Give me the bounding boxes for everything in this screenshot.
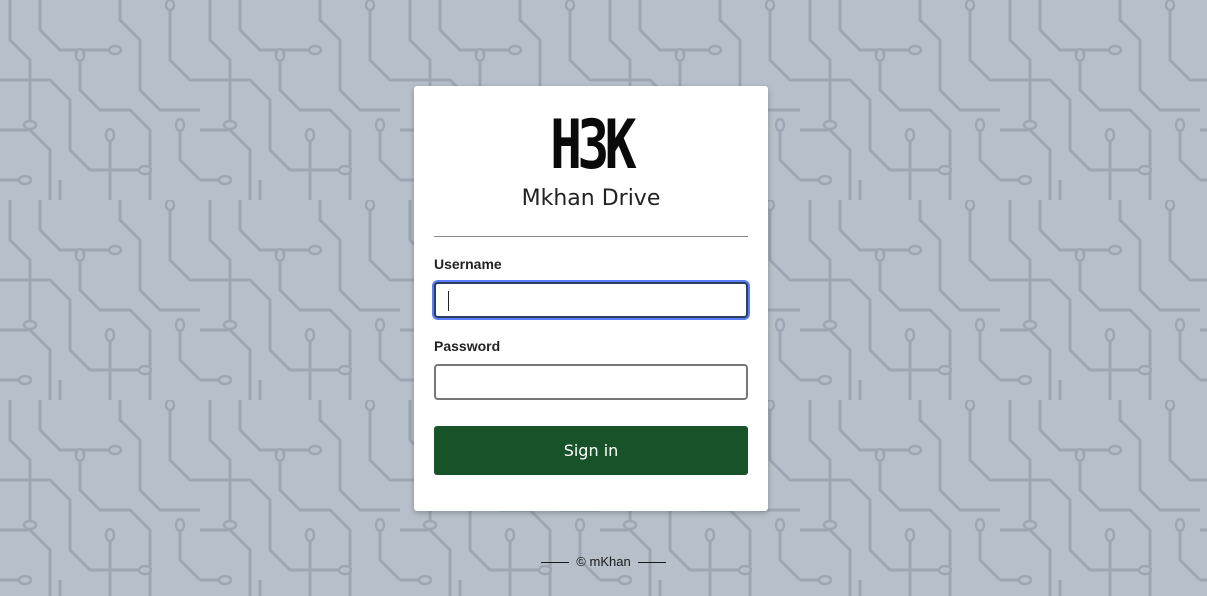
footer-rule-left [540, 562, 569, 564]
footer-rule-right [638, 562, 667, 564]
app-title: Mkhan Drive [521, 186, 661, 211]
password-label: Password [434, 338, 501, 354]
logo-text: H3K [550, 106, 636, 185]
footer: © mKhan [0, 554, 1207, 569]
footer-copyright: © mKhan [576, 554, 631, 569]
sign-in-button[interactable]: Sign in [434, 426, 748, 475]
username-label: Username [434, 256, 502, 272]
username-input[interactable] [434, 282, 748, 318]
divider [434, 236, 748, 237]
login-card: H3K Mkhan Drive Username Password Sign i… [414, 86, 768, 511]
h3k-logo: H3K [537, 106, 645, 185]
text-caret [448, 291, 449, 311]
password-input[interactable] [434, 364, 748, 400]
